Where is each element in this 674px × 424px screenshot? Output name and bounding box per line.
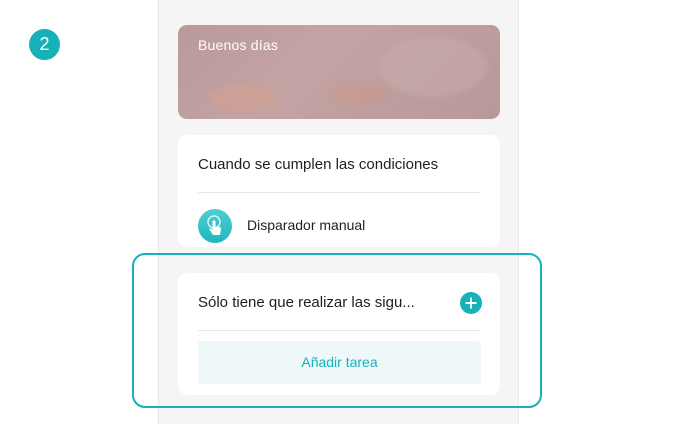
conditions-heading: Cuando se cumplen las condiciones xyxy=(198,156,439,173)
banner-decoration xyxy=(208,83,278,111)
highlight-frame xyxy=(132,253,542,408)
conditions-divider xyxy=(198,192,480,193)
banner-decoration xyxy=(328,83,388,105)
banner-title: Buenos días xyxy=(198,37,279,53)
scene-banner[interactable]: Buenos días xyxy=(178,25,500,119)
banner-decoration xyxy=(378,37,488,97)
conditions-card: Cuando se cumplen las condiciones Dispar… xyxy=(178,135,500,247)
step-number-badge: 2 xyxy=(29,29,60,60)
manual-trigger-label[interactable]: Disparador manual xyxy=(247,217,365,233)
tap-hand-icon xyxy=(198,209,232,243)
